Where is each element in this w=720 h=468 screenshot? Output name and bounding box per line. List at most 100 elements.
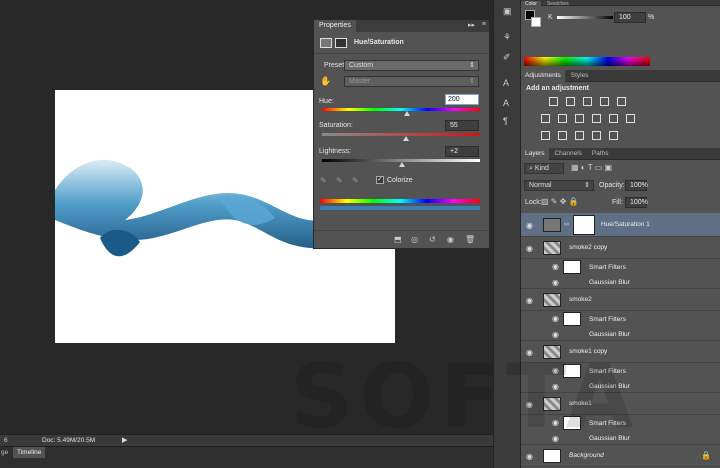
panel-tab-fragment[interactable]: ge <box>1 449 8 456</box>
hue-slider-track[interactable] <box>322 108 480 111</box>
selective-color-icon[interactable] <box>608 131 618 140</box>
tab-swatches[interactable]: Swatches <box>543 1 573 7</box>
curves-icon[interactable] <box>582 97 592 106</box>
lock-all-icon[interactable]: 🔒 <box>569 197 579 206</box>
tab-adjustments[interactable]: Adjustments <box>521 70 565 82</box>
eye-icon[interactable]: ◉ <box>552 434 559 443</box>
hue-slider-thumb[interactable] <box>404 111 410 116</box>
eye-icon[interactable]: ◉ <box>552 418 559 427</box>
eye-icon[interactable]: ◉ <box>526 452 533 461</box>
tab-layers[interactable]: Layers <box>521 148 549 160</box>
eye-icon[interactable]: ◉ <box>526 400 533 409</box>
smart-filters-row[interactable]: ◉ Smart Filters <box>521 363 720 380</box>
layer-row[interactable]: ◉ smoke2 <box>521 289 720 311</box>
channel-mixer-icon[interactable] <box>608 114 618 123</box>
preset-dropdown[interactable]: Custom ⇕ <box>344 60 479 71</box>
filter-row[interactable]: ◉ Gaussian Blur <box>521 328 720 341</box>
filter-row[interactable]: ◉ Gaussian Blur <box>521 276 720 289</box>
smart-filters-row[interactable]: ◉ Smart Filters <box>521 259 720 276</box>
status-menu-arrow-icon[interactable]: ▶ <box>122 436 127 444</box>
color-lookup-icon[interactable] <box>625 114 635 123</box>
tab-color[interactable]: Color <box>521 1 541 7</box>
channel-dropdown[interactable]: Master ⇕ <box>344 76 479 87</box>
mask-icon[interactable] <box>335 38 347 48</box>
view-previous-icon[interactable]: ◎ <box>411 235 418 244</box>
black-white-icon[interactable] <box>574 114 584 123</box>
photo-filter-icon[interactable] <box>591 114 601 123</box>
eye-icon[interactable]: ◉ <box>552 382 559 391</box>
k-value-input[interactable]: 100 <box>614 12 646 23</box>
saturation-slider-thumb[interactable] <box>403 136 409 141</box>
layer-row[interactable]: ◉ smoke1 <box>521 393 720 415</box>
tab-properties[interactable]: Properties <box>314 20 356 32</box>
pixel-filter-icon[interactable]: ▦ <box>571 163 579 172</box>
brush-presets-icon[interactable]: ⚘ <box>503 32 511 43</box>
collapse-icon[interactable]: ▸▸ <box>468 21 475 29</box>
filter-kind-dropdown[interactable]: ⌕ Kind <box>524 163 564 174</box>
brightness-contrast-icon[interactable] <box>549 97 558 106</box>
threshold-icon[interactable] <box>574 131 584 140</box>
tab-timeline[interactable]: Timeline <box>13 447 46 458</box>
zoom-level[interactable]: 6 <box>4 437 8 444</box>
eye-icon[interactable]: ◉ <box>526 221 533 230</box>
smart-filters-row[interactable]: ◉ Smart Filters <box>521 415 720 432</box>
saturation-input[interactable]: 55 <box>445 120 479 131</box>
eye-icon[interactable]: ◉ <box>552 278 559 287</box>
paragraph-icon[interactable]: ¶ <box>503 116 508 126</box>
type-filter-icon[interactable]: T <box>588 163 593 172</box>
hand-tool-icon[interactable]: ✋ <box>320 76 331 87</box>
lightness-input[interactable]: +2 <box>445 146 479 157</box>
lock-position-icon[interactable]: ✥ <box>560 197 567 206</box>
eye-icon[interactable]: ◉ <box>526 296 533 305</box>
gradient-map-icon[interactable] <box>591 131 601 140</box>
tab-channels[interactable]: Channels <box>550 148 585 160</box>
lock-transparent-icon[interactable]: ▨ <box>541 197 549 206</box>
visibility-icon[interactable]: ◉ <box>447 235 454 244</box>
color-balance-icon[interactable] <box>557 114 567 123</box>
eye-icon[interactable]: ◉ <box>552 330 559 339</box>
brush-icon[interactable]: ✐ <box>503 52 511 63</box>
character-styles-icon[interactable]: A <box>503 98 509 108</box>
eyedropper-icon[interactable]: ✎ <box>320 176 327 185</box>
hue-saturation-icon[interactable] <box>541 114 550 123</box>
filter-row[interactable]: ◉ Gaussian Blur <box>521 432 720 445</box>
tab-paths[interactable]: Paths <box>588 148 613 160</box>
colorize-checkbox[interactable]: ✓ <box>376 176 384 184</box>
adjustment-filter-icon[interactable]: ◐ <box>581 163 586 172</box>
lock-pixels-icon[interactable]: ✎ <box>551 197 558 206</box>
background-color-swatch[interactable] <box>531 17 541 27</box>
fill-input[interactable]: 100% <box>625 197 648 208</box>
layer-row[interactable]: ◉ Background 🔒 <box>521 445 720 467</box>
k-slider[interactable] <box>557 16 613 19</box>
history-icon[interactable]: ▣ <box>503 6 512 17</box>
eye-icon[interactable]: ◉ <box>552 262 559 271</box>
character-icon[interactable]: A <box>503 78 509 88</box>
eye-icon[interactable]: ◉ <box>526 244 533 253</box>
layer-row[interactable]: ◉ smoke2 copy <box>521 237 720 259</box>
reset-icon[interactable]: ↺ <box>429 235 436 244</box>
posterize-icon[interactable] <box>557 131 567 140</box>
tab-styles[interactable]: Styles <box>567 70 593 82</box>
saturation-slider-track[interactable] <box>322 133 480 136</box>
lightness-slider-thumb[interactable] <box>399 162 405 167</box>
eye-icon[interactable]: ◉ <box>552 314 559 323</box>
exposure-icon[interactable] <box>599 97 609 106</box>
eyedropper-add-icon[interactable]: ✎ <box>336 176 343 185</box>
link-icon[interactable]: ∞ <box>564 221 569 228</box>
filter-row[interactable]: ◉ Gaussian Blur <box>521 380 720 393</box>
blend-mode-dropdown[interactable]: Normal ⇕ <box>524 180 594 191</box>
clip-to-layer-icon[interactable]: ⬒ <box>394 235 402 244</box>
vibrance-icon[interactable] <box>616 97 626 106</box>
opacity-input[interactable]: 100% <box>625 180 648 191</box>
eye-icon[interactable]: ◉ <box>552 366 559 375</box>
layer-row[interactable]: ◉ smoke1 copy <box>521 341 720 363</box>
smart-filters-row[interactable]: ◉ Smart Filters <box>521 311 720 328</box>
invert-icon[interactable] <box>541 131 550 140</box>
panel-menu-icon[interactable]: ≡ <box>482 21 486 28</box>
eyedropper-subtract-icon[interactable]: ✎ <box>352 176 359 185</box>
hue-input[interactable]: 200 <box>445 94 479 105</box>
layer-row[interactable]: ◉ ∞ Hue/Saturation 1 <box>521 213 720 237</box>
eye-icon[interactable]: ◉ <box>526 348 533 357</box>
shape-filter-icon[interactable]: ▭ <box>595 163 603 172</box>
smart-object-filter-icon[interactable]: ▣ <box>605 163 613 172</box>
